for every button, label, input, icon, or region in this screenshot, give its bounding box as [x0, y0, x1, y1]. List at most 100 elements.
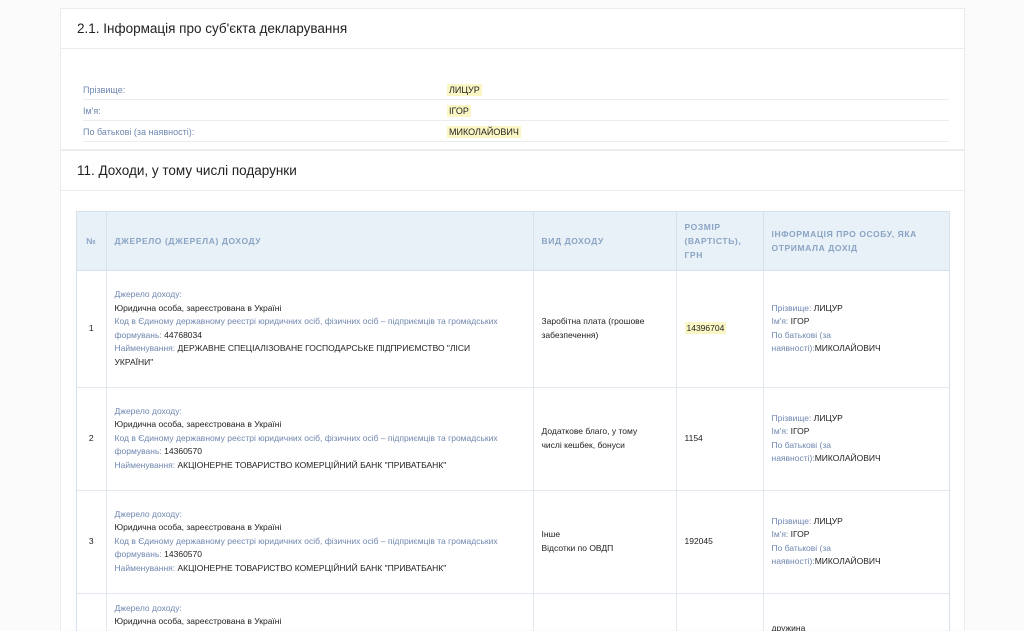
source-cell: Джерело доходу: Юридична особа, зареєстр…: [106, 387, 533, 490]
income-type: Заробітна плата (грошове: [542, 315, 668, 329]
header-line: (ВАРТІСТЬ),: [685, 234, 755, 248]
patronymic-label: По батькові (за: [772, 439, 944, 453]
col-header-source: ДЖЕРЕЛО (ДЖЕРЕЛА) ДОХОДУ: [106, 212, 533, 270]
row-number: 1: [77, 270, 106, 387]
income-type-cell: Інше Відсотки по ОВДП: [533, 490, 676, 593]
patronymic-label: По батькові (за: [772, 329, 944, 343]
code-label: Код в Єдиному державному реєстрі юридичн…: [115, 432, 525, 446]
field-firstname: Ім'я: ІГОР: [83, 100, 949, 121]
col-header-amount: РОЗМІР (ВАРТІСТЬ), ГРН: [676, 212, 763, 270]
field-value: МИКОЛАЙОВИЧ: [447, 126, 521, 138]
header-line: РОЗМІР: [685, 220, 755, 234]
edrpou-code: 44768034: [164, 330, 202, 340]
income-type-cell: [533, 593, 676, 631]
person-cell: Прізвище: ЛИЦУР Ім'я: ІГОР По батькові (…: [763, 270, 950, 387]
firstname-value: ІГОР: [791, 316, 810, 326]
income-table-wrapper: № ДЖЕРЕЛО (ДЖЕРЕЛА) ДОХОДУ ВИД ДОХОДУ РО…: [76, 211, 950, 631]
entity-type: Юридична особа, зареєстрована в Україні: [115, 418, 525, 432]
section-title-income: 11. Доходи, у тому числі подарунки: [61, 151, 964, 191]
org-name: ДЕРЖАВНЕ СПЕЦІАЛІЗОВАНЕ ГОСПОДАРСЬКЕ ПІД…: [178, 343, 471, 353]
surname-label: Прізвище:: [772, 516, 812, 526]
code-label: формувань:: [115, 549, 162, 559]
header-line: ОТРИМАЛА ДОХІД: [772, 241, 944, 255]
person-cell: Прізвище: ЛИЦУР Ім'я: ІГОР По батькові (…: [763, 490, 950, 593]
table-header-row: № ДЖЕРЕЛО (ДЖЕРЕЛА) ДОХОДУ ВИД ДОХОДУ РО…: [77, 212, 950, 270]
firstname-label: Ім'я:: [772, 316, 789, 326]
row-number: [77, 593, 106, 631]
income-type-cell: Додаткове благо, у тому числі кешбек, бо…: [533, 387, 676, 490]
surname-label: Прізвище:: [772, 413, 812, 423]
name-label: Найменування:: [115, 343, 176, 353]
edrpou-code: 14360570: [164, 549, 202, 559]
patronymic-label: наявності):: [772, 556, 815, 566]
firstname-value: ІГОР: [791, 529, 810, 539]
source-label: Джерело доходу:: [115, 602, 525, 616]
income-type-cont: забезпечення): [542, 329, 668, 343]
firstname-value: ІГОР: [791, 426, 810, 436]
person-cell: дружина: [763, 593, 950, 631]
field-surname: Прізвище: ЛИЦУР: [83, 79, 949, 100]
source-label: Джерело доходу:: [115, 405, 525, 419]
income-type: Додаткове благо, у тому: [542, 425, 668, 439]
field-label: По батькові (за наявності):: [83, 127, 194, 137]
amount-cell: 14396704: [676, 270, 763, 387]
table-row: 3 Джерело доходу: Юридична особа, зареєс…: [77, 490, 950, 593]
col-header-num: №: [77, 212, 106, 270]
org-name: АКЦІОНЕРНЕ ТОВАРИСТВО КОМЕРЦІЙНИЙ БАНК "…: [178, 460, 447, 470]
table-row: 1 Джерело доходу: Юридична особа, зареєс…: [77, 270, 950, 387]
surname-value: ЛИЦУР: [814, 516, 843, 526]
amount-cell: 1154: [676, 387, 763, 490]
patronymic-label: наявності):: [772, 453, 815, 463]
patronymic-value: МИКОЛАЙОВИЧ: [815, 453, 881, 463]
surname-label: Прізвище:: [772, 303, 812, 313]
header-line: ГРН: [685, 248, 755, 262]
org-name: АКЦІОНЕРНЕ ТОВАРИСТВО КОМЕРЦІЙНИЙ БАНК "…: [178, 563, 447, 573]
source-cell: Джерело доходу: Юридична особа, зареєстр…: [106, 270, 533, 387]
subject-info-card: 2.1. Інформація про суб'єкта декларуванн…: [60, 8, 965, 150]
patronymic-label: По батькові (за: [772, 542, 944, 556]
code-label: формувань:: [115, 330, 162, 340]
org-name-cont: УКРАЇНИ": [115, 356, 525, 370]
entity-type: Юридична особа, зареєстрована в Україні: [115, 615, 525, 629]
field-patronymic: По батькові (за наявності): МИКОЛАЙОВИЧ: [83, 121, 949, 142]
entity-type: Юридична особа, зареєстрована в Україні: [115, 302, 525, 316]
code-label: Код в Єдиному державному реєстрі юридичн…: [115, 535, 525, 549]
income-type-cell: Заробітна плата (грошове забезпечення): [533, 270, 676, 387]
field-label: Ім'я:: [83, 106, 101, 116]
firstname-label: Ім'я:: [772, 426, 789, 436]
income-type: Інше: [542, 528, 668, 542]
patronymic-value: МИКОЛАЙОВИЧ: [815, 556, 881, 566]
surname-value: ЛИЦУР: [814, 413, 843, 423]
table-row: Джерело доходу: Юридична особа, зареєстр…: [77, 593, 950, 631]
amount-value: 14396704: [685, 322, 727, 334]
table-row: 2 Джерело доходу: Юридична особа, зареєс…: [77, 387, 950, 490]
patronymic-value: МИКОЛАЙОВИЧ: [815, 343, 881, 353]
header-line: ІНФОРМАЦІЯ ПРО ОСОБУ, ЯКА: [772, 227, 944, 241]
col-header-person: ІНФОРМАЦІЯ ПРО ОСОБУ, ЯКА ОТРИМАЛА ДОХІД: [763, 212, 950, 270]
income-type-cont: числі кешбек, бонуси: [542, 439, 668, 453]
source-cell: Джерело доходу: Юридична особа, зареєстр…: [106, 593, 533, 631]
row-number: 2: [77, 387, 106, 490]
source-label: Джерело доходу:: [115, 288, 525, 302]
field-value: ЛИЦУР: [447, 84, 482, 96]
income-type-cont: Відсотки по ОВДП: [542, 542, 668, 556]
source-cell: Джерело доходу: Юридична особа, зареєстр…: [106, 490, 533, 593]
income-table: № ДЖЕРЕЛО (ДЖЕРЕЛА) ДОХОДУ ВИД ДОХОДУ РО…: [77, 212, 950, 631]
section-title-subject: 2.1. Інформація про суб'єкта декларуванн…: [61, 9, 964, 49]
firstname-label: Ім'я:: [772, 529, 789, 539]
entity-type: Юридична особа, зареєстрована в Україні: [115, 521, 525, 535]
amount-cell: 192045: [676, 490, 763, 593]
code-label: формувань:: [115, 446, 162, 456]
income-card: 11. Доходи, у тому числі подарунки № ДЖЕ…: [60, 150, 965, 630]
field-value: ІГОР: [447, 105, 471, 117]
amount-cell: [676, 593, 763, 631]
source-label: Джерело доходу:: [115, 508, 525, 522]
row-number: 3: [77, 490, 106, 593]
name-label: Найменування:: [115, 460, 176, 470]
field-label: Прізвище:: [83, 85, 125, 95]
col-header-type: ВИД ДОХОДУ: [533, 212, 676, 270]
code-label: Код в Єдиному державному реєстрі юридичн…: [115, 315, 525, 329]
person-cell: Прізвище: ЛИЦУР Ім'я: ІГОР По батькові (…: [763, 387, 950, 490]
patronymic-label: наявності):: [772, 343, 815, 353]
surname-value: ЛИЦУР: [814, 303, 843, 313]
